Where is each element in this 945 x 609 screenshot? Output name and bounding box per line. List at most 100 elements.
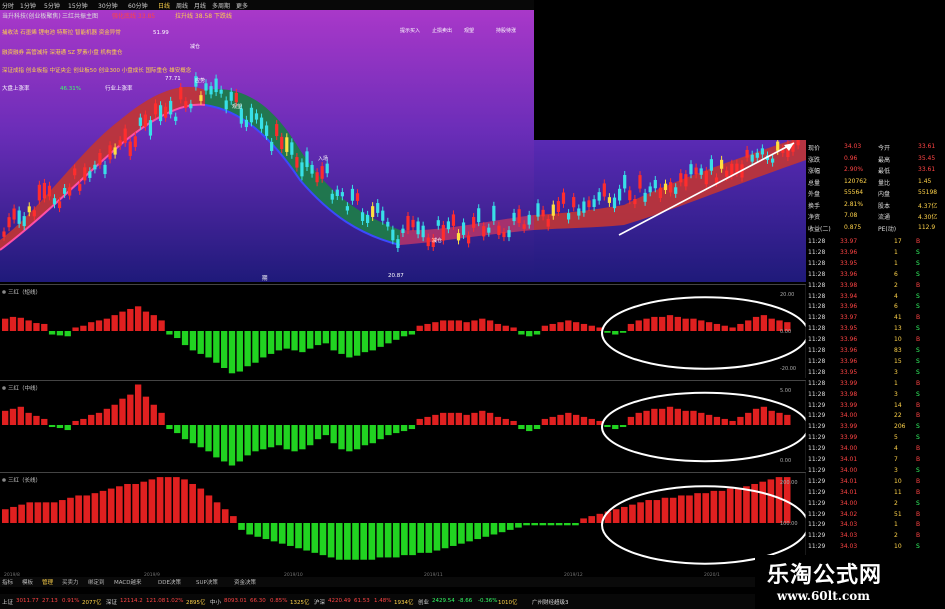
tick-row[interactable]: 11:28 33.97 41 B [806,313,945,324]
candle-body [184,101,188,108]
period-tab-6[interactable]: 日线 [158,1,170,10]
candle-body [582,201,586,213]
panel-title: 三红（中线） [8,384,41,392]
histogram-bar [83,495,91,523]
tick-row[interactable]: 11:29 34.03 10 S [806,542,945,553]
tick-row[interactable]: 11:29 33.99 5 S [806,433,945,444]
tick-row[interactable]: 11:28 33.98 3 S [806,390,945,401]
indicator-panel-0[interactable]: 三红（短线） 20.00 0.00 -20.00 [0,284,806,378]
tick-volume: 1 [894,521,898,529]
tick-row[interactable]: 11:28 33.96 6 S [806,270,945,281]
period-tab-8[interactable]: 月线 [194,1,206,10]
tick-row[interactable]: 11:29 34.00 4 B [806,444,945,455]
index-value: 3011.77 [16,598,39,604]
tick-row[interactable]: 11:28 33.98 2 B [806,281,945,292]
candle-body [492,205,496,221]
tick-row[interactable]: 11:28 33.96 15 S [806,357,945,368]
period-tab-7[interactable]: 周线 [176,1,188,10]
tick-row[interactable]: 11:28 33.96 10 B [806,335,945,346]
tick-price: 34.00 [840,445,858,453]
tick-row[interactable]: 11:28 33.96 6 S [806,302,945,313]
histogram-bar [80,418,87,425]
index-name: 创业 [418,600,430,606]
histogram-bar [490,523,498,535]
tick-time: 11:29 [808,499,826,507]
period-tab-3[interactable]: 15分钟 [68,1,88,10]
indicator-tab-1[interactable]: 模板 [22,578,33,586]
tick-row[interactable]: 11:28 33.94 4 S [806,292,945,303]
tick-row[interactable]: 11:28 33.97 17 B [806,237,945,248]
indicator-tab-2[interactable]: 管理 [42,578,53,586]
histogram-bar [166,425,173,430]
tick-row[interactable]: 11:29 33.99 14 B [806,401,945,412]
tick-row[interactable]: 11:29 34.01 10 B [806,477,945,488]
tick-price: 33.99 [840,379,858,387]
histogram-bar [718,490,726,523]
indicator-tab-7[interactable]: SUP决策 [196,578,218,586]
main-chart[interactable]: 捕收法 石墨烯 锂电池 特斯拉 智能机器 资金异常 融资融券 高管减持 深港通 S… [0,10,534,282]
tick-row[interactable]: 11:29 34.01 7 B [806,455,945,466]
tick-side: S [916,434,920,442]
indicator-tab-5[interactable]: MACD越来 [114,578,142,586]
period-tab-4[interactable]: 30分钟 [98,1,118,10]
histogram-bar [458,523,465,544]
candle-body [628,190,632,201]
histogram-bar [721,325,728,331]
period-tab-1[interactable]: 1分钟 [20,1,36,10]
tick-row[interactable]: 11:28 33.96 83 S [806,346,945,357]
histogram-bar [48,425,56,428]
tick-row[interactable]: 11:28 33.96 1 S [806,248,945,259]
tick-row[interactable]: 11:28 33.99 1 B [806,379,945,390]
legend-item-0: 提示买入 [400,27,420,34]
tick-volume: 4 [894,292,898,300]
period-tab-10[interactable]: 更多 [236,1,248,10]
index-name: 深证 [106,600,118,606]
histogram-bar [213,502,221,523]
tick-volume: 206 [894,423,906,431]
period-tab-5[interactable]: 60分钟 [128,1,148,10]
histogram-bar [729,420,736,425]
indicator-tab-0[interactable]: 指标 [2,578,13,586]
indicator-panel-1[interactable]: 三红（中线） 5.00 0.00 [0,380,806,470]
histogram-bar [651,408,658,425]
histogram-bar [643,318,650,331]
histogram-bar [393,425,400,434]
candle-body [536,203,540,217]
candle-body [164,106,168,118]
tick-row[interactable]: 11:28 33.95 13 S [806,324,945,335]
histogram-bar [376,523,384,558]
tick-row[interactable]: 11:29 34.00 2 S [806,499,945,510]
tick-row[interactable]: 11:29 34.03 2 B [806,531,945,542]
tick-row[interactable]: 11:29 34.00 3 S [806,466,945,477]
tick-price: 33.99 [840,434,858,442]
tick-row[interactable]: 11:29 34.01 11 B [806,488,945,499]
indicator-tab-3[interactable]: 买卖力 [62,578,79,586]
histogram-bar [119,398,126,425]
period-tab-2[interactable]: 5分钟 [44,1,60,10]
indicator-tab-4[interactable]: 绑定到 [88,578,105,586]
tick-list[interactable]: 11:28 33.97 17 B 11:28 33.96 1 S 11:28 33.95 1 S 11:… [806,235,945,555]
tick-row[interactable]: 11:28 33.95 3 S [806,368,945,379]
histogram-bar [295,523,302,549]
tick-row[interactable]: 11:28 33.95 1 S [806,259,945,270]
tick-row[interactable]: 11:29 34.00 22 B [806,411,945,422]
indicator-tab-6[interactable]: DDE决策 [158,578,181,586]
period-tab-9[interactable]: 多周期 [212,1,230,10]
candle-body [83,167,87,181]
candle-body [219,89,223,94]
tick-row[interactable]: 11:29 34.02 51 B [806,510,945,521]
tick-row[interactable]: 11:29 34.03 1 B [806,520,945,531]
histogram-bar [64,425,71,431]
indicator-tab-8[interactable]: 资金决策 [234,578,256,586]
tick-volume: 6 [894,303,898,311]
quote-value: 0.96 [844,154,858,162]
tick-row[interactable]: 11:29 33.99 206 S [806,422,945,433]
period-tab-0[interactable]: 分时 [2,1,14,10]
quote-value-2: 4.37亿 [918,202,938,210]
histogram-bar [9,316,17,331]
index-name: 中小 [210,600,222,606]
histogram-bar [612,425,619,430]
indicator-panel-2[interactable]: 三红（长线）200.00100.000.00 [0,472,806,574]
candle-body [199,95,203,101]
quote-label-2: 股本 [878,202,891,210]
